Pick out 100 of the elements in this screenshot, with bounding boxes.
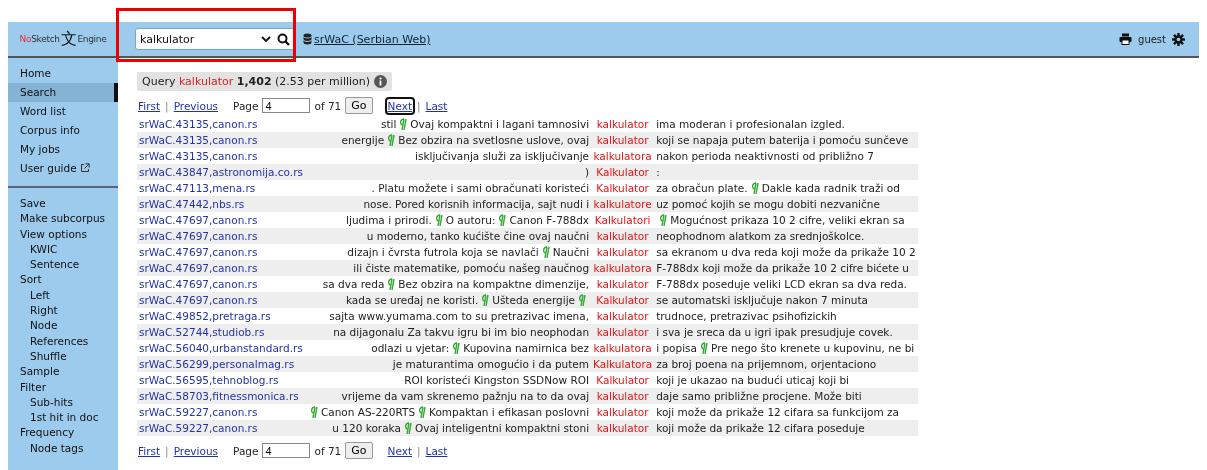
keyword-cell[interactable]: Kalkulator xyxy=(591,180,655,196)
sidebar-item[interactable]: Sample xyxy=(8,364,118,380)
chevron-down-icon[interactable] xyxy=(261,35,271,43)
keyword-cell[interactable]: Kalkulatora xyxy=(591,356,655,372)
sidebar-item[interactable]: Corpus info xyxy=(8,121,118,140)
keyword-cell[interactable]: kalkulator xyxy=(591,308,655,324)
settings-icon[interactable] xyxy=(1172,32,1185,46)
keyword-cell[interactable]: Kalkulator xyxy=(591,164,655,180)
page-input[interactable]: 4 xyxy=(262,443,311,458)
next-link[interactable]: Next xyxy=(386,443,413,458)
keyword-cell[interactable]: kalkulator xyxy=(591,388,655,404)
sidebar-item[interactable]: User guide xyxy=(8,159,118,178)
context-text: za broj poena na prijemnom, orjentaciono xyxy=(656,358,877,370)
last-link[interactable]: Last xyxy=(424,443,449,458)
sidebar-item[interactable]: Save xyxy=(8,196,118,212)
sidebar-item[interactable]: Left xyxy=(8,287,118,304)
context-text: se automatski isključuje nakon 7 minuta xyxy=(656,294,868,306)
sidebar-item[interactable]: View options xyxy=(8,226,118,242)
query-summary: Query kalkulator 1,402 (2.53 per million) xyxy=(142,75,371,88)
sidebar-item[interactable]: Sentence xyxy=(8,257,118,273)
context-text: Canon AS-220RTS xyxy=(320,406,416,418)
sidebar-item[interactable]: Node xyxy=(8,318,118,334)
go-button[interactable]: Go xyxy=(345,442,373,459)
keyword-cell[interactable]: kalkulator xyxy=(591,244,655,260)
sidebar-item[interactable]: Word list xyxy=(8,102,118,121)
reference-link[interactable]: srWaC.47113,mena.rs xyxy=(139,182,256,194)
info-icon[interactable] xyxy=(374,75,388,88)
keyword-cell[interactable]: Kalkulatori xyxy=(591,212,655,228)
page-count: of 71 xyxy=(314,99,342,112)
context-text: neophodnom alatkom za srednjoškolce. xyxy=(656,230,865,242)
search-icon[interactable] xyxy=(277,32,290,46)
reference-link[interactable]: srWaC.47697,canon.rs xyxy=(139,246,258,258)
sidebar-item[interactable]: References xyxy=(8,333,118,349)
context-text: ima moderan i profesionalan izgled. xyxy=(656,118,845,130)
paragraph-mark-icon xyxy=(387,278,396,290)
go-button[interactable]: Go xyxy=(345,97,373,114)
keyword-cell[interactable]: kalkulatora xyxy=(591,260,655,276)
last-link[interactable]: Last xyxy=(424,98,449,113)
reference-link[interactable]: srWaC.56595,tehnoblog.rs xyxy=(139,374,279,386)
keyword-cell[interactable]: kalkulatora xyxy=(591,340,655,356)
keyword-cell[interactable]: kalkulator xyxy=(591,116,655,132)
page-input[interactable]: 4 xyxy=(262,98,311,113)
sidebar-item[interactable]: My jobs xyxy=(8,140,118,159)
page-label: Page xyxy=(233,99,259,112)
context-text: Ušteda energije xyxy=(492,294,576,306)
sidebar-item[interactable]: Make subcorpus xyxy=(8,211,118,227)
paragraph-mark-icon xyxy=(659,214,668,226)
sidebar-item[interactable]: Sub-hits xyxy=(8,394,118,411)
sidebar-item[interactable]: Home xyxy=(8,64,118,83)
context-text: koji može da prikaže 12 cifara sa funkcijom za xyxy=(656,406,899,418)
reference-link[interactable]: srWaC.43847,astronomija.co.rs xyxy=(139,166,303,178)
keyword-cell[interactable]: Kalkulator xyxy=(591,292,655,308)
paragraph-mark-icon xyxy=(403,422,412,434)
keyword-cell[interactable]: kalkulatora xyxy=(591,148,655,164)
next-link[interactable]: Next xyxy=(386,98,413,113)
reference-link[interactable]: srWaC.47697,canon.rs xyxy=(139,278,258,290)
keyword-cell[interactable]: kalkulatore xyxy=(591,196,655,212)
search-field[interactable]: kalkulator xyxy=(135,28,295,50)
keyword-cell[interactable]: Kalkulator xyxy=(591,372,655,388)
external-link-icon[interactable] xyxy=(79,163,90,173)
link-separator: | xyxy=(165,99,169,112)
reference-link[interactable]: srWaC.43135,canon.rs xyxy=(139,150,258,162)
keyword-cell[interactable]: kalkulator xyxy=(591,132,655,148)
paragraph-mark-icon xyxy=(578,294,587,306)
reference-link[interactable]: srWaC.47697,canon.rs xyxy=(139,214,258,226)
reference-link[interactable]: srWaC.59227,canon.rs xyxy=(139,406,258,418)
sidebar-item[interactable]: Frequency xyxy=(8,425,118,441)
first-link[interactable]: First xyxy=(137,443,162,458)
keyword-cell[interactable]: kalkulator xyxy=(591,276,655,292)
reference-link[interactable]: srWaC.43135,canon.rs xyxy=(139,118,258,130)
previous-link[interactable]: Previous xyxy=(172,98,220,113)
corpus-link[interactable]: srWaC (Serbian Web) xyxy=(314,32,431,46)
keyword-cell[interactable]: kalkulator xyxy=(591,404,655,420)
sidebar-item[interactable]: KWIC xyxy=(8,241,118,258)
keyword-cell[interactable]: kalkulator xyxy=(591,420,655,436)
user-name[interactable]: guest xyxy=(1138,33,1166,45)
sidebar-item[interactable]: Right xyxy=(8,303,118,319)
context-text: energije xyxy=(341,134,385,146)
sidebar-item[interactable]: Node tags xyxy=(8,440,118,457)
context-text: nakon perioda neaktivnosti od približno 7 xyxy=(656,150,874,162)
context-text: ROI koristeći Kingston SSDNow ROI xyxy=(404,374,590,386)
sidebar-item[interactable]: Filter xyxy=(8,379,118,395)
sidebar-item[interactable]: Shuffle xyxy=(8,348,118,365)
printer-icon[interactable] xyxy=(1119,33,1133,45)
reference-link[interactable]: srWaC.49852,pretraga.rs xyxy=(139,310,271,322)
sidebar-item[interactable]: Sort xyxy=(8,272,118,288)
context-text: sa ekranom u dva reda koji može da prikaže 10 2 xyxy=(656,246,916,258)
first-link[interactable]: First xyxy=(137,98,162,113)
sidebar-item[interactable]: 1st hit in doc xyxy=(8,410,118,426)
context-text: u moderno, tanko kućište čine ovaj naučni xyxy=(366,230,590,242)
keyword-cell[interactable]: kalkulator xyxy=(591,324,655,340)
previous-link[interactable]: Previous xyxy=(172,443,220,458)
context-text: ili čiste matematike, pomoću našeg naučnog xyxy=(353,262,590,274)
reference-link[interactable]: srWaC.56040,urbanstandard.rs xyxy=(139,342,303,354)
paragraph-mark-icon xyxy=(700,342,708,354)
context-text: Kompaktan i efikasan poslovni xyxy=(429,406,590,418)
keyword-cell[interactable]: kalkulator xyxy=(591,228,655,244)
paragraph-mark-icon xyxy=(418,406,427,418)
sidebar-item[interactable]: Search xyxy=(8,83,118,102)
logo[interactable]: NoSketch文 Engine xyxy=(8,28,118,50)
